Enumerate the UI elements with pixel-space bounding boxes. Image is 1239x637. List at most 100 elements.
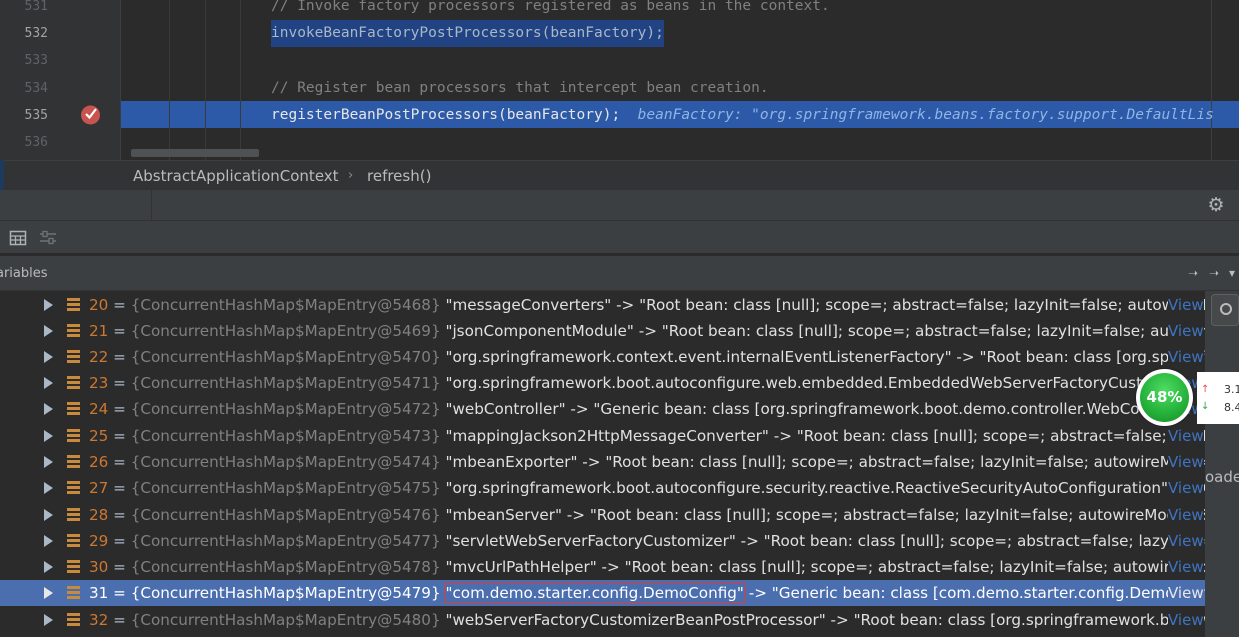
expand-arrow-icon[interactable]: [44, 587, 53, 599]
expand-arrow-icon[interactable]: [44, 614, 53, 626]
line-number: 535: [24, 108, 48, 123]
variable-row[interactable]: 29 = {ConcurrentHashMap$MapEntry@5477} "…: [0, 528, 1205, 554]
expand-arrow-icon[interactable]: [44, 377, 53, 389]
variable-row[interactable]: 27 = {ConcurrentHashMap$MapEntry@5475} "…: [0, 475, 1205, 501]
line-number: 533: [24, 53, 48, 68]
gear-icon[interactable]: ⚙: [1205, 194, 1227, 216]
variable-row[interactable]: 20 = {ConcurrentHashMap$MapEntry@5468} "…: [0, 292, 1205, 318]
view-link[interactable]: View: [1168, 318, 1204, 344]
variable-row[interactable]: 25 = {ConcurrentHashMap$MapEntry@5473} "…: [0, 423, 1205, 449]
code-line[interactable]: 535 registerBeanPostProcessors(beanFacto…: [0, 102, 1239, 129]
table-view-icon[interactable]: [9, 229, 27, 247]
expand-arrow-icon[interactable]: [44, 535, 53, 547]
variable-value: "webController" -> "Generic bean: class …: [445, 400, 1201, 418]
map-entry-icon: [67, 508, 80, 522]
variable-row[interactable]: 24 = {ConcurrentHashMap$MapEntry@5472} "…: [0, 396, 1205, 422]
expand-arrow-icon[interactable]: [44, 561, 53, 573]
variable-row[interactable]: 28 = {ConcurrentHashMap$MapEntry@5476} "…: [0, 502, 1205, 528]
variable-row[interactable]: 21 = {ConcurrentHashMap$MapEntry@5469} "…: [0, 318, 1205, 344]
equals-sign: =: [108, 322, 131, 340]
view-link[interactable]: View: [1168, 423, 1204, 449]
expand-arrow-icon[interactable]: [44, 351, 53, 363]
variable-index: 30: [89, 558, 109, 576]
variable-row-selected[interactable]: 31 = {ConcurrentHashMap$MapEntry@5479} "…: [0, 580, 1205, 606]
variable-type: {ConcurrentHashMap$MapEntry@5474}: [130, 453, 441, 471]
debug-tab-header: ⚙: [0, 190, 1239, 221]
view-link[interactable]: View: [1168, 554, 1204, 580]
search-icon: [1220, 303, 1232, 315]
upload-speed: 3.1: [1224, 383, 1239, 396]
variable-row[interactable]: 32 = {ConcurrentHashMap$MapEntry@5480} "…: [0, 607, 1205, 633]
download-speed: 8.4: [1224, 401, 1239, 414]
breadcrumb-class[interactable]: AbstractApplicationContext: [133, 161, 339, 191]
expand-arrow-icon[interactable]: [44, 482, 53, 494]
variable-value: -> "Generic bean: class [com.demo.starte…: [743, 584, 1205, 602]
cpu-percent: 48%: [1140, 373, 1189, 422]
search-button[interactable]: [1211, 294, 1239, 326]
breadcrumb-method[interactable]: refresh(): [367, 161, 431, 191]
restore-layout-icon[interactable]: ➝: [1188, 256, 1198, 291]
expand-arrow-icon[interactable]: [44, 509, 53, 521]
view-link[interactable]: View: [1168, 449, 1204, 475]
variable-text: 22 = {ConcurrentHashMap$MapEntry@5470} "…: [89, 344, 1205, 370]
layout-settings-icon[interactable]: [39, 229, 57, 247]
view-link[interactable]: View: [1168, 475, 1204, 501]
loaded-label: oade: [1205, 468, 1239, 486]
map-entry-icon: [67, 613, 80, 627]
map-entry-icon: [67, 402, 80, 416]
code-editor[interactable]: 531 // Invoke factory processors registe…: [0, 0, 1239, 160]
variable-row[interactable]: 30 = {ConcurrentHashMap$MapEntry@5478} "…: [0, 554, 1205, 580]
variable-type: {ConcurrentHashMap$MapEntry@5470}: [130, 348, 441, 366]
variable-index: 31: [89, 584, 109, 602]
variable-value: "mbeanExporter" -> "Root bean: class [nu…: [445, 453, 1205, 471]
expand-arrow-icon[interactable]: [44, 430, 53, 442]
variable-row[interactable]: 22 = {ConcurrentHashMap$MapEntry@5470} "…: [0, 344, 1205, 370]
code-line[interactable]: 534 // Register bean processors that int…: [0, 75, 1239, 102]
variable-text: 25 = {ConcurrentHashMap$MapEntry@5473} "…: [89, 423, 1205, 449]
variable-index: 28: [89, 506, 109, 524]
expand-arrow-icon[interactable]: [44, 325, 53, 337]
code-comment: // Register bean processors that interce…: [271, 80, 769, 96]
horizontal-scrollbar[interactable]: [131, 149, 259, 157]
variable-type: {ConcurrentHashMap$MapEntry@5473}: [130, 427, 441, 445]
inline-debug-value: beanFactory: "org.springframework.beans.…: [637, 107, 1214, 123]
view-link[interactable]: View: [1168, 580, 1204, 606]
variables-tree[interactable]: 20 = {ConcurrentHashMap$MapEntry@5468} "…: [0, 291, 1239, 637]
view-link[interactable]: View: [1168, 607, 1204, 633]
highlighted-key: "com.demo.starter.config.DemoConfig": [444, 583, 745, 603]
variable-row[interactable]: 23 = {ConcurrentHashMap$MapEntry@5471} "…: [0, 370, 1205, 396]
code-line[interactable]: 531 // Invoke factory processors registe…: [0, 0, 1239, 20]
hide-panel-icon[interactable]: ➝: [1209, 256, 1219, 291]
cpu-usage-badge[interactable]: 48%: [1136, 369, 1193, 426]
expand-arrow-icon[interactable]: [44, 299, 53, 311]
code-line[interactable]: 532 invokeBeanFactoryPostProcessors(bean…: [0, 20, 1239, 47]
variable-value: "org.springframework.context.event.inter…: [445, 348, 1205, 366]
breadcrumb: AbstractApplicationContext › refresh(): [0, 160, 1239, 190]
variable-type: {ConcurrentHashMap$MapEntry@5469}: [130, 322, 441, 340]
view-link[interactable]: View: [1168, 502, 1204, 528]
view-link[interactable]: View: [1168, 528, 1204, 554]
view-link[interactable]: View: [1168, 344, 1204, 370]
map-entry-icon: [67, 586, 80, 600]
view-link[interactable]: View: [1168, 292, 1204, 318]
line-number: 532: [24, 26, 48, 41]
variable-text: 20 = {ConcurrentHashMap$MapEntry@5468} "…: [89, 292, 1205, 318]
variable-index: 25: [89, 427, 109, 445]
left-accent-bar: [0, 160, 4, 190]
variable-value: "mvcUrlPathHelper" -> "Root bean: class …: [445, 558, 1205, 576]
variable-type: {ConcurrentHashMap$MapEntry@5479}: [130, 584, 441, 602]
chevron-down-icon[interactable]: ▾: [1229, 256, 1235, 291]
variable-text: 21 = {ConcurrentHashMap$MapEntry@5469} "…: [89, 318, 1205, 344]
equals-sign: =: [108, 506, 131, 524]
code-line[interactable]: 533: [0, 47, 1239, 74]
map-entry-icon: [67, 481, 80, 495]
variables-panel-header: ariables ➝ ➝ ▾: [0, 256, 1239, 291]
variable-type: {ConcurrentHashMap$MapEntry@5468}: [130, 296, 441, 314]
expand-arrow-icon[interactable]: [44, 403, 53, 415]
variable-row[interactable]: 26 = {ConcurrentHashMap$MapEntry@5474} "…: [0, 449, 1205, 475]
breakpoint-icon[interactable]: [80, 104, 101, 125]
line-number: 536: [24, 135, 48, 150]
equals-sign: =: [108, 348, 131, 366]
variable-index: 21: [89, 322, 109, 340]
expand-arrow-icon[interactable]: [44, 456, 53, 468]
